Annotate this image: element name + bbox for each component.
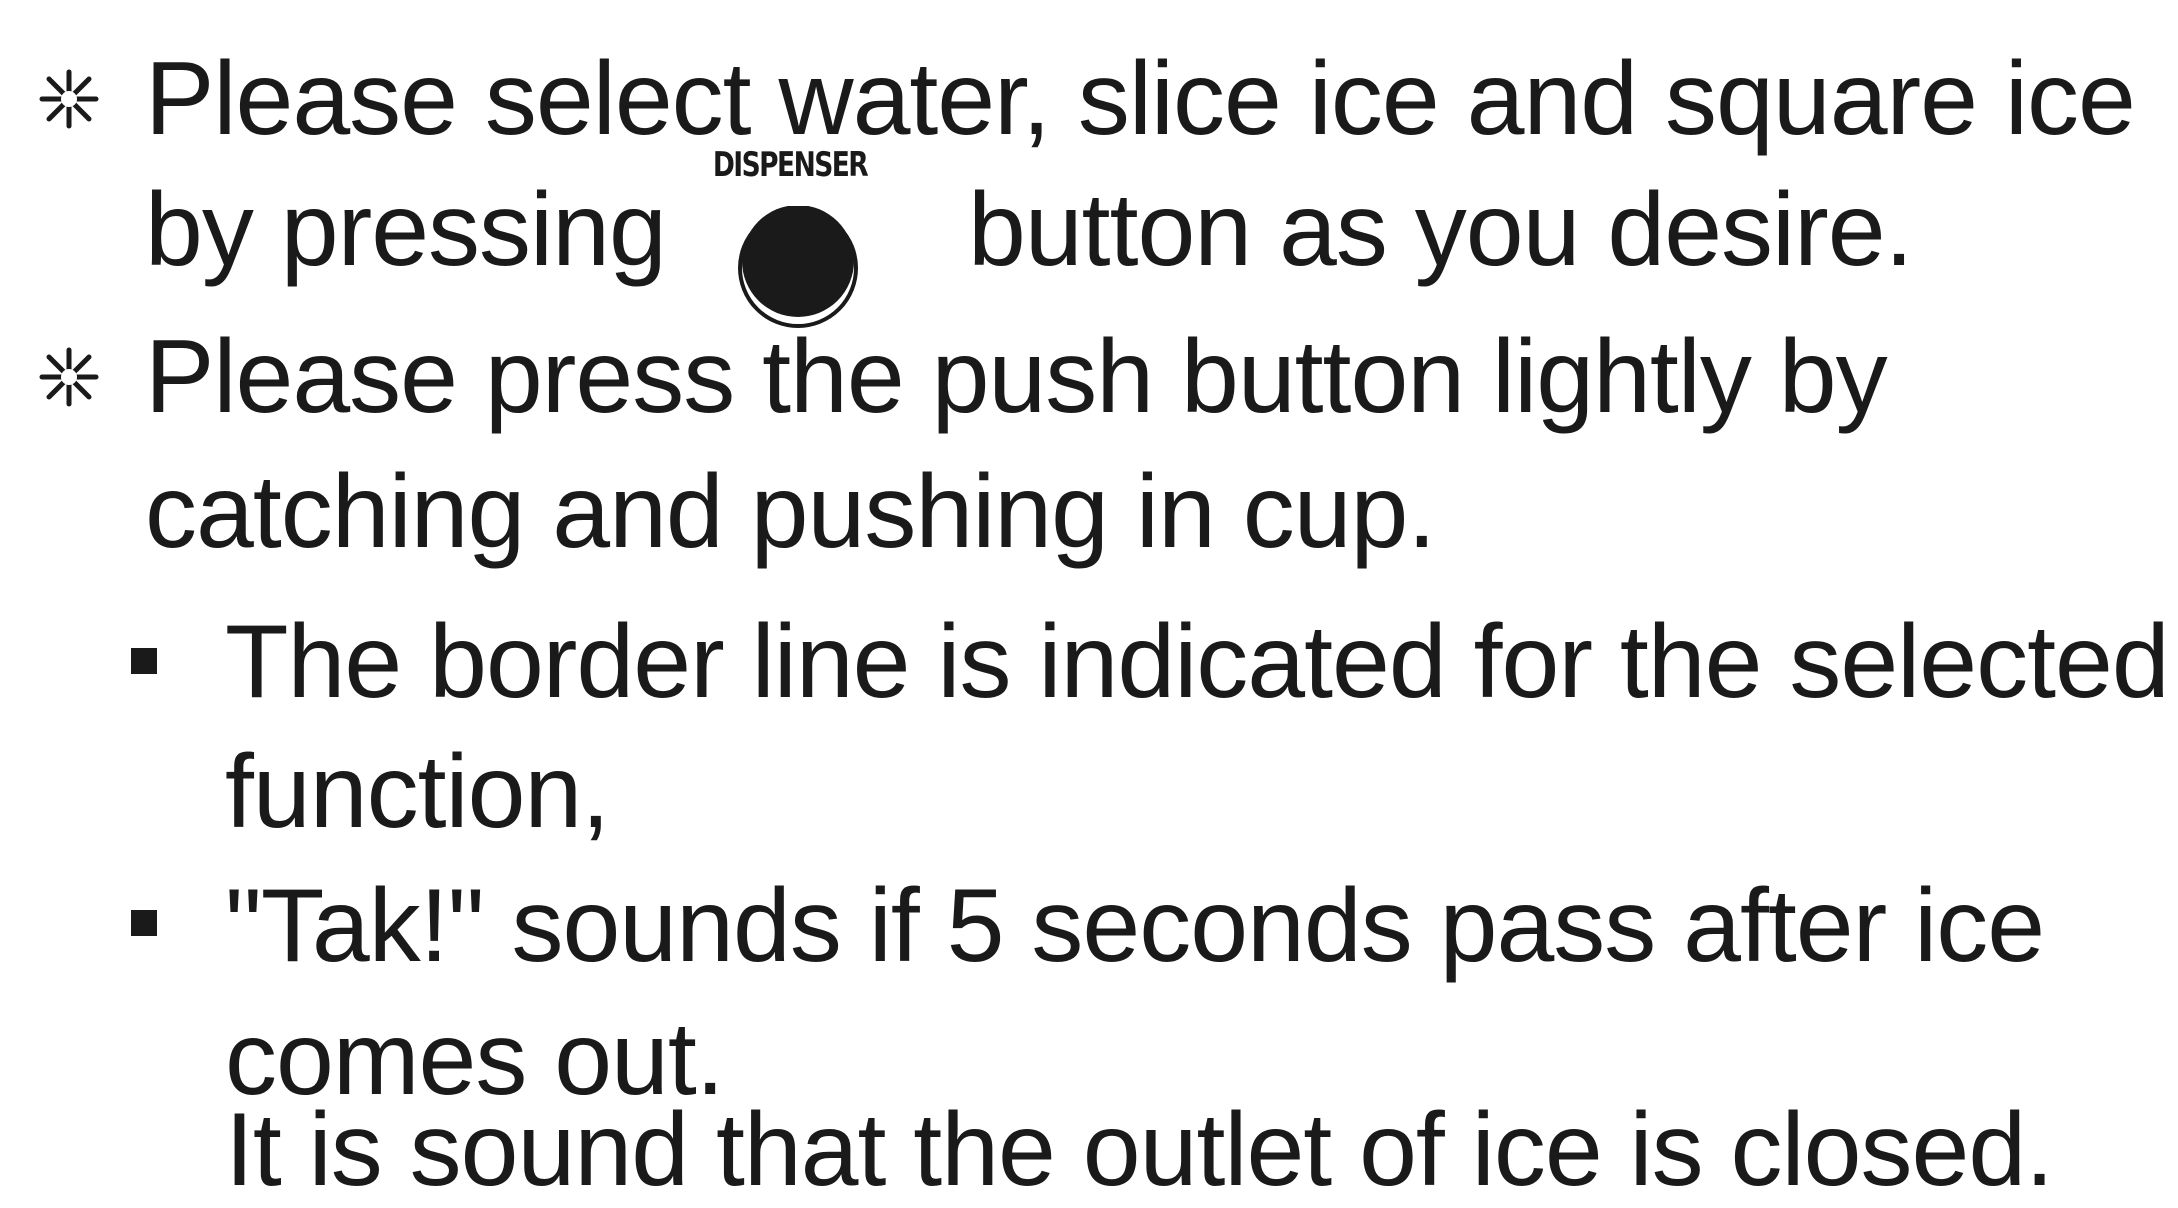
note-1-line-2: function, <box>225 734 610 850</box>
instruction-2-line-2: catching and pushing in cup. <box>145 454 1436 570</box>
note-2-line-1: "Tak!" sounds if 5 seconds pass after ic… <box>225 868 2045 984</box>
note-1-line-1: The border line is indicated for the sel… <box>225 604 2170 720</box>
asterisk-note-icon <box>39 347 99 407</box>
dispenser-label: DISPENSER <box>712 145 869 185</box>
instruction-2-line-1: Please press the push button lightly by <box>145 319 1888 435</box>
instruction-1-line-2: by pressing <box>145 172 667 288</box>
square-bullet-icon <box>131 910 157 936</box>
dispenser-button-illustration: DISPENSER <box>690 148 890 328</box>
instruction-1-line-3: button as you desire. <box>968 172 1914 288</box>
round-button-icon <box>738 206 858 328</box>
square-bullet-icon <box>131 648 157 674</box>
asterisk-note-icon <box>39 69 99 129</box>
instruction-1-line-1: Please select water, slice ice and squar… <box>145 41 2136 157</box>
note-2-line-3: It is sound that the outlet of ice is cl… <box>225 1092 2054 1208</box>
